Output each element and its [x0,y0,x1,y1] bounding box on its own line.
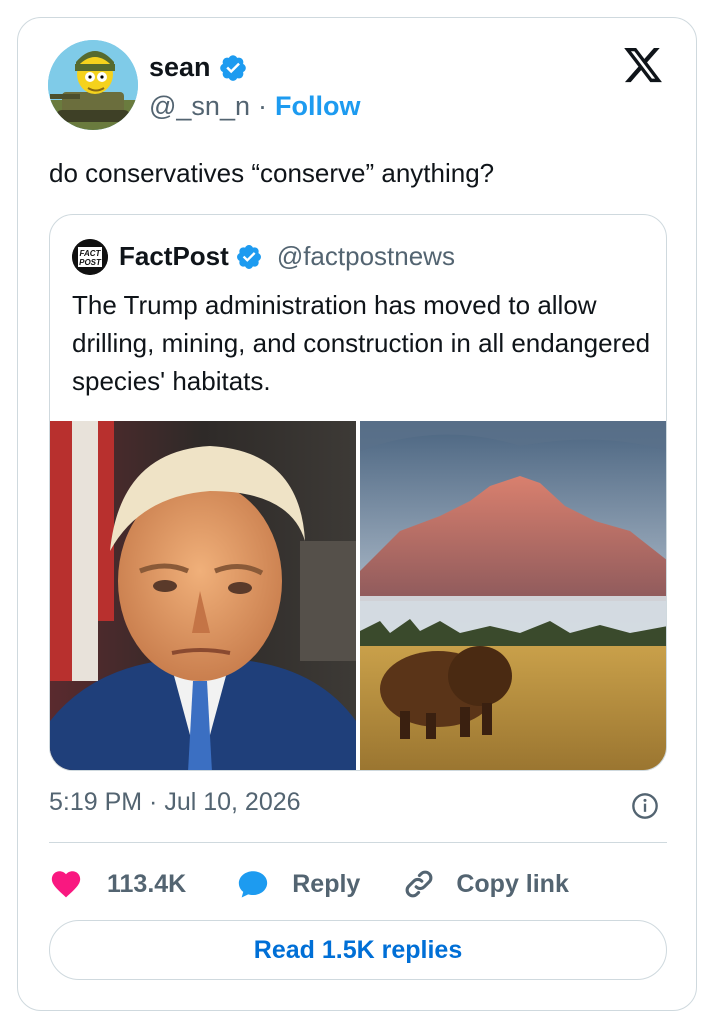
portrait-photo[interactable] [50,421,356,770]
author-name[interactable]: sean [149,52,248,83]
copy-link-button[interactable]: Copy link [402,867,569,901]
verified-badge-icon [236,244,261,269]
quoted-author[interactable]: FactPost @factpostnews [119,241,455,272]
x-logo-icon[interactable] [621,44,665,86]
reply-button[interactable]: Reply [236,867,360,901]
author-handle[interactable]: @_sn_n [149,91,250,122]
tweet-card: sean @_sn_n · Follow do conservatives “c… [17,17,697,1011]
quoted-media[interactable] [50,421,666,770]
quoted-avatar[interactable]: FACT POST [72,239,108,275]
link-icon [405,870,433,898]
tweet-timestamp[interactable]: 5:19 PM · Jul 10, 2026 [49,788,301,817]
author-handle-row: @_sn_n · Follow [149,91,360,122]
landscape-photo[interactable] [360,421,666,770]
tweet-text: do conservatives “conserve” anything? [49,158,495,188]
quoted-text: The Trump administration has moved to al… [72,290,651,396]
read-replies-button[interactable]: Read 1.5K replies [49,920,667,980]
separator-dot: · [257,91,267,121]
follow-button[interactable]: Follow [275,91,360,122]
heart-icon [51,871,81,898]
quoted-author-handle[interactable]: @factpostnews [277,241,455,272]
reply-bubble-icon [239,871,268,898]
divider [49,842,667,843]
author-name-text[interactable]: sean [149,52,211,83]
quoted-author-name[interactable]: FactPost [119,241,229,272]
copy-link-label: Copy link [456,869,569,898]
like-button[interactable]: 113.4K [49,867,186,901]
action-bar: 113.4K Reply Copy link [49,864,569,904]
author-avatar[interactable] [48,40,138,130]
quoted-avatar-text-bottom: POST [79,258,102,267]
quoted-avatar-text-top: FACT [80,249,102,258]
reply-label: Reply [292,869,361,898]
like-count: 113.4K [107,869,187,898]
quoted-tweet[interactable]: FACT POST FactPost @factpostnews The Tru… [49,214,667,771]
info-icon[interactable] [631,792,659,820]
verified-badge-icon [219,54,246,81]
